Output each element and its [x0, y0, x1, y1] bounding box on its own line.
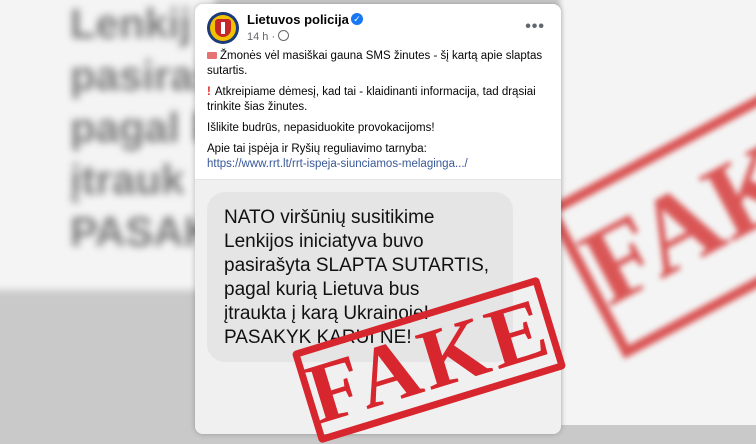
- post-link[interactable]: https://www.rrt.lt/rrt-ispeja-siunciamos…: [207, 158, 468, 170]
- verified-badge-icon: ✓: [351, 13, 363, 25]
- post-paragraph: ! Atkreipiame dėmesį, kad tai - klaidinan…: [207, 86, 536, 113]
- globe-icon: [278, 30, 290, 41]
- post-header: Lietuvos policija ✓ 14 h · •••: [207, 12, 549, 48]
- post-paragraph: Žmonės vėl masiškai gauna SMS žinutes - …: [207, 50, 543, 77]
- more-options-icon[interactable]: •••: [525, 18, 545, 36]
- blur-line: PASAK: [70, 208, 214, 255]
- post-time[interactable]: 14 h: [247, 31, 268, 43]
- blur-line: pagal k: [70, 104, 215, 151]
- blur-line: įtrauk: [70, 156, 185, 203]
- avatar[interactable]: [207, 12, 239, 44]
- blurred-post-right: FAKE: [544, 0, 756, 425]
- exclamation-icon: !: [207, 86, 211, 98]
- post-meta: 14 h ·: [247, 30, 290, 43]
- blurred-stamp: FAKE: [544, 81, 756, 359]
- sms-icon: [207, 52, 217, 59]
- post-paragraph: Apie tai įspėja ir Ryšių reguliavimo tar…: [207, 143, 427, 155]
- page-name[interactable]: Lietuvos policija: [247, 12, 349, 27]
- post-text: Žmonės vėl masiškai gauna SMS žinutes - …: [207, 49, 547, 172]
- post-paragraph: Išlikite budrūs, nepasiduokite provokaci…: [207, 122, 435, 134]
- blurred-post-left: Lenkij pasiraš pagal k įtrauk PASAK: [0, 0, 217, 290]
- blur-line: Lenkij: [70, 0, 192, 47]
